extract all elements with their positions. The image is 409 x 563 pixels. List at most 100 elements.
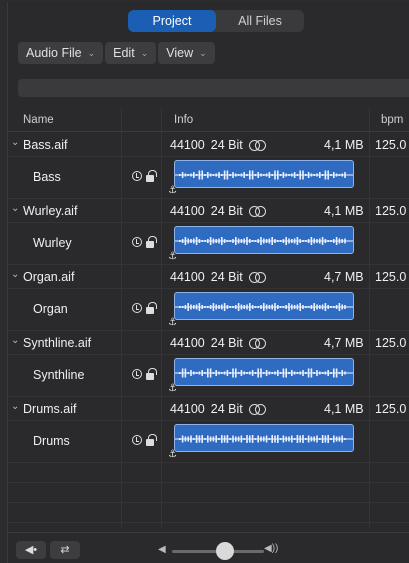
- lock-icon[interactable]: [146, 170, 157, 182]
- sample-rate: 44100: [170, 270, 205, 284]
- clock-icon[interactable]: [132, 237, 142, 247]
- lock-icon[interactable]: [146, 302, 157, 314]
- file-name: Drums.aif: [23, 402, 77, 416]
- waveform-icon: [175, 368, 353, 378]
- volume-slider-knob[interactable]: [216, 542, 234, 560]
- file-row[interactable]: ⌄ Wurley.aif 44100 24 Bit 4,1 MB 125.0: [8, 199, 409, 223]
- file-name: Bass.aif: [23, 138, 68, 152]
- file-info: 44100 24 Bit: [170, 270, 266, 284]
- audio-file-menu-label: Audio File: [26, 46, 82, 60]
- lock-icon[interactable]: [146, 368, 157, 380]
- anchor-icon[interactable]: ⚓: [168, 383, 177, 394]
- anchor-icon[interactable]: ⚓: [168, 317, 177, 328]
- clock-icon[interactable]: [132, 435, 142, 445]
- waveform-region[interactable]: [174, 358, 354, 386]
- menu-bar: Audio File ⌄ Edit ⌄ View ⌄: [18, 42, 215, 64]
- file-size: 4,1 MB: [324, 204, 364, 218]
- region-name: Bass: [33, 170, 61, 184]
- file-size: 4,1 MB: [324, 138, 364, 152]
- clock-icon[interactable]: [132, 171, 142, 181]
- region-row[interactable]: Drums ⚓: [8, 421, 409, 463]
- tab-project[interactable]: Project: [128, 10, 216, 32]
- bit-depth: 24 Bit: [210, 402, 243, 416]
- column-info-header[interactable]: Info: [174, 114, 193, 126]
- anchor-icon[interactable]: ⚓: [168, 251, 177, 262]
- waveform-region[interactable]: [174, 424, 354, 452]
- bit-depth: 24 Bit: [210, 204, 243, 218]
- region-row[interactable]: Organ ⚓: [8, 289, 409, 331]
- file-bpm: 125.0: [375, 336, 407, 350]
- file-size: 4,7 MB: [324, 336, 364, 350]
- bit-depth: 24 Bit: [210, 138, 243, 152]
- region-row[interactable]: Synthline ⚓: [8, 355, 409, 397]
- browser-tabs: Project All Files: [128, 10, 304, 32]
- waveform-region[interactable]: [174, 160, 354, 188]
- empty-row: [8, 463, 409, 483]
- bit-depth: 24 Bit: [210, 336, 243, 350]
- view-menu[interactable]: View ⌄: [158, 42, 215, 64]
- sample-rate: 44100: [170, 402, 205, 416]
- file-row[interactable]: ⌄ Bass.aif 44100 24 Bit 4,1 MB 125.0: [8, 133, 409, 157]
- column-bpm-header[interactable]: bpm: [381, 114, 403, 126]
- preview-speaker-button[interactable]: ◀•: [16, 541, 46, 559]
- clock-icon[interactable]: [132, 303, 142, 313]
- volume-high-icon: ◀)): [264, 543, 279, 554]
- sample-rate: 44100: [170, 138, 205, 152]
- chevron-down-icon: ⌄: [140, 48, 149, 58]
- file-row[interactable]: ⌄ Synthline.aif 44100 24 Bit 4,7 MB 125.0: [8, 331, 409, 355]
- file-row[interactable]: ⌄ Drums.aif 44100 24 Bit 4,1 MB 125.0: [8, 397, 409, 421]
- region-name: Drums: [33, 434, 70, 448]
- empty-row: [8, 503, 409, 523]
- anchor-icon[interactable]: ⚓: [168, 449, 177, 460]
- region-row[interactable]: Wurley ⚓: [8, 223, 409, 265]
- file-info: 44100 24 Bit: [170, 138, 266, 152]
- stereo-icon: [248, 404, 266, 415]
- volume-low-icon: ◀: [158, 544, 166, 555]
- waveform-icon: [175, 435, 353, 443]
- sample-rate: 44100: [170, 204, 205, 218]
- region-row[interactable]: Bass ⚓: [8, 157, 409, 199]
- chevron-down-icon: ⌄: [87, 48, 96, 58]
- edit-menu[interactable]: Edit ⌄: [105, 42, 157, 64]
- column-header: Name Info bpm: [8, 108, 409, 132]
- search-field[interactable]: [18, 79, 409, 97]
- stereo-icon: [248, 338, 266, 349]
- stereo-icon: [248, 140, 266, 151]
- anchor-icon[interactable]: ⚓: [168, 185, 177, 196]
- file-info: 44100 24 Bit: [170, 336, 266, 350]
- file-bpm: 125.0: [375, 138, 407, 152]
- clock-icon[interactable]: [132, 369, 142, 379]
- lock-icon[interactable]: [146, 236, 157, 248]
- waveform-icon: [175, 237, 353, 245]
- chevron-down-icon[interactable]: ⌄: [11, 335, 19, 346]
- waveform-region[interactable]: [174, 292, 354, 320]
- stereo-icon: [248, 272, 266, 283]
- waveform-region[interactable]: [174, 226, 354, 254]
- bit-depth: 24 Bit: [210, 270, 243, 284]
- audio-file-menu[interactable]: Audio File ⌄: [18, 42, 104, 64]
- loop-button[interactable]: ⇄: [50, 541, 80, 559]
- file-bpm: 125.0: [375, 204, 407, 218]
- chevron-down-icon: ⌄: [199, 48, 207, 58]
- bottom-toolbar: ◀• ⇄ ◀ ◀)): [8, 532, 409, 563]
- file-name: Synthline.aif: [23, 336, 92, 350]
- stereo-icon: [248, 206, 266, 217]
- file-info: 44100 24 Bit: [170, 204, 266, 218]
- file-info: 44100 24 Bit: [170, 402, 266, 416]
- file-size: 4,7 MB: [324, 270, 364, 284]
- lock-icon[interactable]: [146, 434, 157, 446]
- file-bpm: 125.0: [375, 402, 407, 416]
- view-menu-label: View: [166, 46, 194, 60]
- region-name: Organ: [33, 302, 68, 316]
- region-name: Synthline: [33, 368, 85, 382]
- chevron-down-icon[interactable]: ⌄: [11, 269, 19, 280]
- audio-file-browser: Project All Files Audio File ⌄ Edit ⌄ View…: [7, 2, 409, 563]
- empty-row: [8, 483, 409, 503]
- column-name-header[interactable]: Name: [23, 114, 54, 126]
- tab-all-files[interactable]: All Files: [216, 10, 304, 32]
- file-row[interactable]: ⌄ Organ.aif 44100 24 Bit 4,7 MB 125.0: [8, 265, 409, 289]
- chevron-down-icon[interactable]: ⌄: [11, 401, 19, 412]
- chevron-down-icon[interactable]: ⌄: [11, 137, 19, 148]
- waveform-icon: [175, 303, 353, 311]
- chevron-down-icon[interactable]: ⌄: [11, 203, 19, 214]
